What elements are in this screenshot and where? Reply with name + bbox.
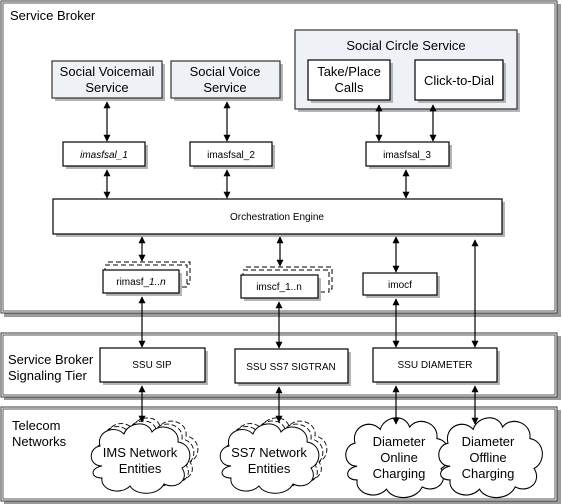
social-circle-service: Social Circle Service Take/Place Calls C… — [294, 29, 520, 112]
ss7-network-line2: Entities — [248, 461, 291, 476]
imocf: imocf — [362, 272, 440, 298]
ssu-sip: SSU SIP — [99, 347, 208, 385]
imasfsal-3-label: imasfsal_3 — [383, 150, 431, 161]
rimasf-stack: rimasf_1..n — [102, 261, 191, 296]
imasfsal-2-label: imasfsal_2 — [207, 150, 255, 161]
online-charging-line1: Diameter — [373, 434, 426, 449]
telecom-networks-label-line2: Networks — [12, 434, 67, 449]
orchestration-engine: Orchestration Engine — [52, 198, 505, 237]
take-place-calls-line1: Take/Place — [317, 64, 381, 79]
service-broker-label: Service Broker — [10, 8, 96, 23]
ss7-network-line1: SS7 Network — [231, 445, 307, 460]
orchestration-engine-label: Orchestration Engine — [230, 212, 324, 223]
ims-network-line2: Entities — [119, 461, 162, 476]
social-circle-title: Social Circle Service — [346, 38, 465, 53]
imasfsal-2: imasfsal_2 — [189, 141, 275, 169]
ssu-ss7-label: SSU SS7 SIGTRAN — [246, 362, 335, 373]
social-voicemail-line1: Social Voicemail — [60, 64, 155, 79]
offline-charging-line3: Charging — [462, 466, 515, 481]
click-to-dial-label: Click-to-Dial — [424, 73, 494, 88]
ssu-diameter: SSU DIAMETER — [372, 347, 500, 385]
social-voice-service: Social Voice Service — [170, 60, 283, 101]
ssu-sip-label: SSU SIP — [132, 360, 172, 371]
imasfsal-3: imasfsal_3 — [365, 141, 452, 169]
imocf-label: imocf — [388, 280, 412, 291]
click-to-dial: Click-to-Dial — [414, 59, 506, 103]
imscf-stack: imscf_1..n — [240, 266, 333, 301]
ims-network-line1: IMS Network — [103, 445, 178, 460]
ssu-diameter-label: SSU DIAMETER — [397, 360, 472, 371]
offline-charging-line1: Diameter — [462, 434, 515, 449]
rimasf-label: rimasf_1..n — [116, 277, 166, 288]
architecture-diagram: Service Broker Service Broker Signaling … — [0, 0, 561, 504]
take-place-calls: Take/Place Calls — [307, 59, 393, 103]
social-voicemail-service: Social Voicemail Service — [51, 60, 165, 101]
take-place-calls-line2: Calls — [335, 80, 364, 95]
imasfsal-1-label: imasfsal_1 — [80, 150, 128, 161]
signaling-tier-label-line1: Service Broker — [8, 352, 94, 367]
offline-charging-line2: Offline — [469, 450, 506, 465]
diameter-online-charging-cloud: Diameter Online Charging — [345, 417, 450, 499]
signaling-tier-label-line2: Signaling Tier — [8, 368, 87, 383]
diameter-offline-charging-cloud: Diameter Offline Charging — [438, 417, 543, 499]
telecom-networks-label-line1: Telecom — [12, 418, 60, 433]
social-voice-line2: Service — [203, 80, 246, 95]
social-voicemail-line2: Service — [85, 80, 128, 95]
social-voice-line1: Social Voice — [190, 64, 261, 79]
online-charging-line2: Online — [380, 450, 418, 465]
ssu-ss7-sigtran: SSU SS7 SIGTRAN — [234, 348, 351, 386]
rimasf-range: 1..n — [149, 277, 166, 288]
online-charging-line3: Charging — [373, 466, 426, 481]
imasfsal-1: imasfsal_1 — [62, 141, 148, 169]
imscf-label: imscf_1..n — [256, 282, 302, 293]
rimasf-prefix: rimasf_ — [116, 277, 149, 288]
